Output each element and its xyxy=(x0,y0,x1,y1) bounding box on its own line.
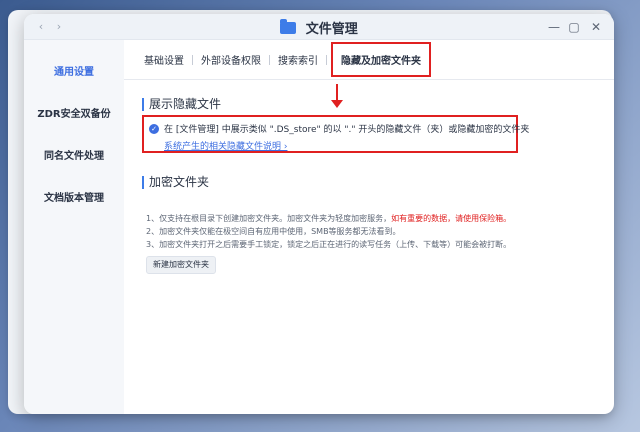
create-encrypted-folder-button[interactable]: 新建加密文件夹 xyxy=(146,256,216,274)
show-hidden-title: 展示隐藏文件 xyxy=(142,98,221,111)
title-bar: ‹ › 文件管理 — ▢ ✕ xyxy=(24,14,614,40)
folder-icon xyxy=(280,19,297,34)
minimize-button[interactable]: — xyxy=(546,19,562,35)
maximize-button[interactable]: ▢ xyxy=(566,19,582,35)
tab-search-index[interactable]: 搜索索引 xyxy=(270,52,326,67)
settings-sidebar: 通用设置 ZDR安全双备份 同名文件处理 文档版本管理 xyxy=(24,40,124,414)
file-manager-window: ‹ › 文件管理 — ▢ ✕ 通用设置 ZDR安全双备份 同名文件处理 文档版本… xyxy=(24,14,614,414)
annotation-arrow-head xyxy=(331,100,343,108)
encrypt-note-3: 3、加密文件夹打开之后需要手工锁定，锁定之后正在进行的读写任务（上传、下载等）可… xyxy=(146,240,512,249)
tab-bar: 基础设置 外部设备权限 搜索索引 隐藏及加密文件夹 xyxy=(124,40,614,80)
settings-main: 基础设置 外部设备权限 搜索索引 隐藏及加密文件夹 展示隐藏文件 ✓ 在 [文件… xyxy=(124,40,614,414)
sidebar-item-version-management[interactable]: 文档版本管理 xyxy=(24,178,124,220)
sidebar-item-general[interactable]: 通用设置 xyxy=(24,52,124,94)
tab-hidden-encrypted[interactable]: 隐藏及加密文件夹 xyxy=(331,42,431,77)
hidden-files-info-link[interactable]: 系统产生的相关隐藏文件说明 › xyxy=(164,139,287,152)
window-title: 文件管理 xyxy=(305,22,358,37)
sidebar-item-zdr-backup[interactable]: ZDR安全双备份 xyxy=(24,94,124,136)
encrypt-note-2: 2、加密文件夹仅能在极空间自有应用中使用，SMB等服务都无法看到。 xyxy=(146,227,401,236)
encrypt-note-1-warning: 如有重要的数据，请使用保险箱。 xyxy=(391,214,512,223)
show-hidden-description: 在 [文件管理] 中展示类似 ".DS_store" 的以 "." 开头的隐藏文… xyxy=(164,125,530,135)
tab-divider xyxy=(326,54,327,65)
encrypt-notes: 1、仅支持在根目录下创建加密文件夹。加密文件夹为轻度加密服务，如有重要的数据，请… xyxy=(146,212,511,251)
checkmark-icon[interactable]: ✓ xyxy=(149,124,159,134)
highlight-box: ✓ 在 [文件管理] 中展示类似 ".DS_store" 的以 "." 开头的隐… xyxy=(142,115,529,153)
close-button[interactable]: ✕ xyxy=(588,19,604,35)
window-title-wrap: 文件管理 xyxy=(24,18,614,37)
encrypt-note-1: 1、仅支持在根目录下创建加密文件夹。加密文件夹为轻度加密服务，如有重要的数据，请… xyxy=(146,212,511,225)
tab-basic-settings[interactable]: 基础设置 xyxy=(136,52,192,67)
encrypt-title: 加密文件夹 xyxy=(142,176,209,189)
sidebar-item-duplicate-files[interactable]: 同名文件处理 xyxy=(24,136,124,178)
tab-external-devices[interactable]: 外部设备权限 xyxy=(193,52,269,67)
encrypt-note-1-text: 1、仅支持在根目录下创建加密文件夹。加密文件夹为轻度加密服务， xyxy=(146,214,392,223)
